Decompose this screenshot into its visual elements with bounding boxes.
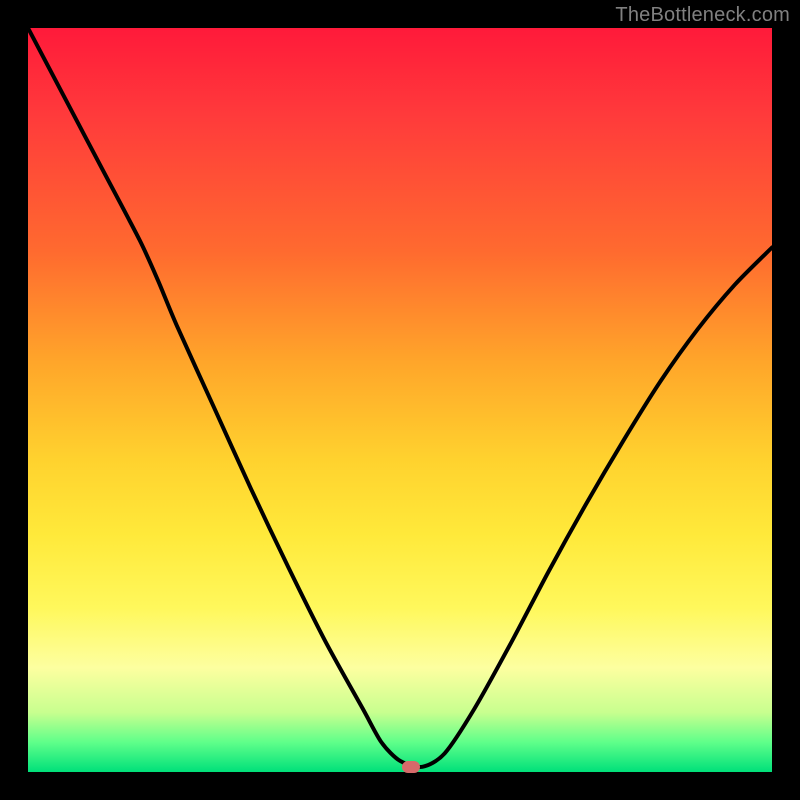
chart-stage: TheBottleneck.com <box>0 0 800 800</box>
minimum-marker <box>402 761 420 773</box>
plot-area <box>28 28 772 772</box>
bottleneck-curve <box>28 28 772 772</box>
watermark-label: TheBottleneck.com <box>615 4 790 27</box>
